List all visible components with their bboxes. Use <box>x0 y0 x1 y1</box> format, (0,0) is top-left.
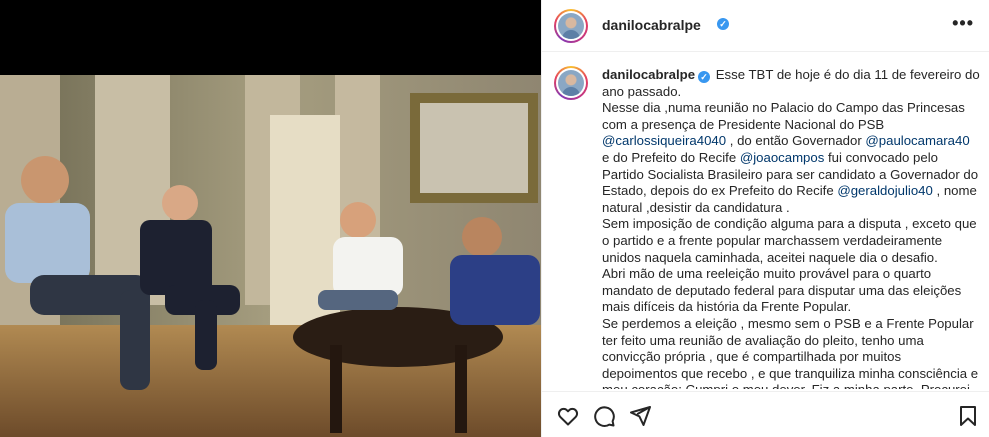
send-icon <box>630 406 651 426</box>
post-media[interactable] <box>0 0 541 437</box>
more-options-icon[interactable]: ••• <box>952 14 974 32</box>
verified-badge-icon: ✓ <box>698 71 711 83</box>
caption-paragraph-4: Abri mão de uma reeleição muito provável… <box>602 266 962 315</box>
save-button[interactable] <box>956 404 980 428</box>
verified-badge-icon: ✓ <box>717 18 729 30</box>
profile-photo <box>558 70 584 96</box>
mention-link[interactable]: @carlossiqueira4040 <box>602 133 726 148</box>
instagram-post-view: danilocabralpe ✓ ••• danilocabralpe ✓ Ess… <box>0 0 989 437</box>
post-actions <box>542 391 989 437</box>
caption-avatar[interactable] <box>554 66 588 100</box>
profile-photo <box>558 13 584 39</box>
header-username[interactable]: danilocabralpe <box>602 17 701 33</box>
post-caption: danilocabralpe ✓ Esse TBT de hoje é do di… <box>602 67 980 389</box>
like-button[interactable] <box>556 404 580 428</box>
mention-link[interactable]: @joaocampos <box>740 150 825 165</box>
caption-username[interactable]: danilocabralpe <box>602 67 695 82</box>
caption-paragraph-2a: Nesse dia ,numa reunião no Palacio do Ca… <box>602 100 965 132</box>
avatar[interactable] <box>554 9 588 43</box>
caption-paragraph-5: Se perdemos a eleição , mesmo sem o PSB … <box>602 315 979 389</box>
caption-paragraph-2c: e do Prefeito do Recife <box>602 149 740 165</box>
post-header: danilocabralpe ✓ ••• <box>542 0 989 52</box>
post-photo[interactable] <box>0 75 541 437</box>
mention-link[interactable]: @geraldojulio40 <box>837 183 933 198</box>
caption-paragraph-2b: , do então Governador <box>726 133 866 149</box>
bookmark-icon <box>960 406 976 426</box>
heart-icon <box>557 407 579 426</box>
post-side-panel: danilocabralpe ✓ ••• danilocabralpe ✓ Ess… <box>541 0 989 437</box>
mention-link[interactable]: @paulocamara40 <box>865 133 969 148</box>
comment-icon <box>594 406 615 427</box>
caption-paragraph-3: Sem imposição de condição alguma para a … <box>602 216 977 265</box>
comment-button[interactable] <box>592 404 616 428</box>
meeting-photo <box>0 75 541 437</box>
share-button[interactable] <box>628 404 652 428</box>
